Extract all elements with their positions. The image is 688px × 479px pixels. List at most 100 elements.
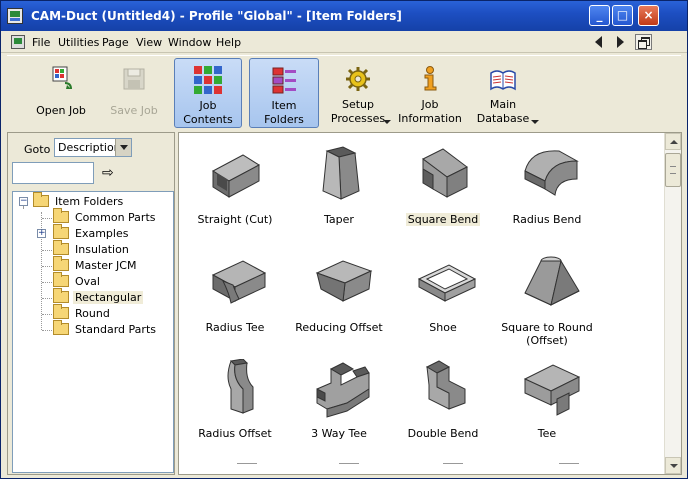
tree-root[interactable]: Item Folders bbox=[33, 192, 125, 210]
menu-help[interactable]: Help bbox=[216, 36, 241, 49]
folder-icon bbox=[53, 208, 69, 223]
partial-item-icon bbox=[559, 463, 579, 474]
gear-icon bbox=[346, 67, 370, 91]
menu-file[interactable]: File bbox=[32, 36, 50, 49]
folder-icon bbox=[53, 272, 69, 287]
item-reducing-offset[interactable]: Reducing Offset bbox=[287, 249, 391, 349]
item-gallery: Straight (Cut) Taper Square Bend Radius … bbox=[178, 132, 682, 475]
minimize-icon: _ bbox=[596, 8, 603, 22]
item-straight-cut[interactable]: Straight (Cut) bbox=[183, 141, 287, 241]
tree-item-master-jcm[interactable]: Master JCM bbox=[53, 256, 138, 274]
setup-processes-label: Setup Processes bbox=[330, 98, 386, 125]
chevron-down-icon[interactable] bbox=[383, 120, 391, 124]
close-button[interactable]: × bbox=[638, 5, 659, 26]
tree-item-label: Master JCM bbox=[75, 258, 137, 272]
item-label: Tee bbox=[537, 427, 557, 440]
item-label-selected: Square Bend bbox=[405, 213, 481, 226]
tree-item-label: Standard Parts bbox=[75, 322, 156, 336]
expand-icon[interactable]: + bbox=[37, 229, 46, 238]
square-bend-icon bbox=[422, 148, 468, 198]
save-job-icon bbox=[123, 68, 145, 90]
item-label: Radius Tee bbox=[205, 321, 265, 334]
tree-item-label: Insulation bbox=[75, 242, 129, 256]
info-icon bbox=[424, 66, 437, 91]
scroll-down-button[interactable] bbox=[665, 457, 681, 474]
goto-select-value: Description bbox=[58, 141, 121, 154]
menu-utilities[interactable]: Utilities bbox=[58, 36, 99, 49]
back-arrow-icon[interactable] bbox=[595, 36, 602, 48]
scroll-up-button[interactable] bbox=[665, 133, 681, 150]
chevron-down-icon[interactable] bbox=[115, 139, 131, 156]
go-arrow-icon[interactable]: ⇨ bbox=[102, 166, 114, 180]
menu-window[interactable]: Window bbox=[168, 36, 211, 49]
document-icon[interactable] bbox=[11, 35, 25, 49]
job-contents-button[interactable]: Job Contents bbox=[174, 58, 242, 128]
title-bar[interactable]: CAM-Duct (Untitled4) - Profile "Global" … bbox=[1, 1, 687, 31]
item-radius-tee[interactable]: Radius Tee bbox=[183, 249, 287, 349]
minimize-button[interactable]: _ bbox=[589, 5, 610, 26]
maximize-icon: □ bbox=[616, 8, 629, 22]
item-label: Square to Round (Offset) bbox=[501, 321, 593, 347]
item-shoe[interactable]: Shoe bbox=[391, 249, 495, 349]
menu-bar: File Utilities Page View Window Help bbox=[1, 31, 687, 53]
partial-item-icon bbox=[443, 463, 463, 474]
item-label: Double Bend bbox=[407, 427, 479, 440]
search-input[interactable] bbox=[12, 162, 94, 184]
goto-select[interactable]: Description bbox=[54, 138, 132, 157]
reducing-offset-icon bbox=[315, 260, 373, 302]
tree-item-insulation[interactable]: Insulation bbox=[53, 240, 131, 258]
item-label: Radius Bend bbox=[512, 213, 582, 226]
partial-item-icon bbox=[237, 463, 257, 474]
job-contents-label: Job Contents bbox=[183, 99, 233, 126]
item-square-to-round-offset[interactable]: Square to Round (Offset) bbox=[495, 249, 599, 349]
item-label: Taper bbox=[324, 213, 354, 226]
tree-item-label: Oval bbox=[75, 274, 100, 288]
save-job-button[interactable]: Save Job bbox=[101, 58, 167, 128]
chevron-down-icon[interactable] bbox=[531, 120, 539, 124]
partial-item-icon bbox=[339, 463, 359, 474]
tree-item-label: Round bbox=[75, 306, 110, 320]
item-radius-bend[interactable]: Radius Bend bbox=[495, 141, 599, 241]
radius-tee-icon bbox=[211, 260, 267, 304]
item-radius-offset[interactable]: Radius Offset bbox=[183, 355, 287, 455]
menu-view[interactable]: View bbox=[136, 36, 162, 49]
tee-icon bbox=[523, 364, 581, 416]
tree-item-rectangular[interactable]: Rectangular bbox=[53, 288, 144, 306]
collapse-icon[interactable]: − bbox=[19, 197, 28, 206]
menu-page[interactable]: Page bbox=[102, 36, 129, 49]
three-way-tee-icon bbox=[316, 362, 370, 418]
goto-label: Goto bbox=[24, 143, 51, 156]
item-3-way-tee[interactable]: 3 Way Tee bbox=[287, 355, 391, 455]
shoe-icon bbox=[417, 264, 477, 302]
tree-item-standard-parts[interactable]: Standard Parts bbox=[53, 320, 158, 338]
main-database-button[interactable]: Main Database bbox=[469, 58, 539, 128]
double-bend-icon bbox=[425, 360, 466, 410]
item-label: Straight (Cut) bbox=[197, 213, 273, 226]
job-information-button[interactable]: Job Information bbox=[397, 58, 463, 128]
scroll-thumb[interactable] bbox=[665, 153, 681, 187]
vertical-scrollbar[interactable] bbox=[664, 133, 681, 474]
item-taper[interactable]: Taper bbox=[287, 141, 391, 241]
main-toolbar: Open Job Save Job Job Contents Item Fold… bbox=[7, 55, 681, 129]
app-window: CAM-Duct (Untitled4) - Profile "Global" … bbox=[0, 0, 688, 479]
restore-child-button[interactable] bbox=[635, 34, 652, 50]
item-folders-button[interactable]: Item Folders bbox=[249, 58, 319, 128]
folder-icon bbox=[53, 320, 69, 335]
navigation-panel: Goto Description ⇨ − Item Folders Common… bbox=[7, 132, 175, 475]
item-square-bend[interactable]: Square Bend bbox=[391, 141, 495, 241]
folder-icon bbox=[53, 288, 69, 303]
setup-processes-button[interactable]: Setup Processes bbox=[325, 58, 391, 128]
forward-arrow-icon[interactable] bbox=[617, 36, 624, 48]
item-tee[interactable]: Tee bbox=[495, 355, 599, 455]
item-double-bend[interactable]: Double Bend bbox=[391, 355, 495, 455]
tree-item-common-parts[interactable]: Common Parts bbox=[53, 208, 158, 226]
open-job-button[interactable]: Open Job bbox=[27, 58, 95, 128]
item-label: Radius Offset bbox=[198, 427, 272, 440]
main-database-label: Main Database bbox=[476, 98, 530, 125]
save-job-label: Save Job bbox=[110, 104, 158, 117]
tree-item-examples[interactable]: Examples bbox=[53, 224, 130, 242]
maximize-button[interactable]: □ bbox=[612, 5, 633, 26]
item-label: 3 Way Tee bbox=[311, 427, 367, 440]
tree-item-label: Examples bbox=[75, 226, 129, 240]
app-icon[interactable] bbox=[7, 8, 23, 24]
